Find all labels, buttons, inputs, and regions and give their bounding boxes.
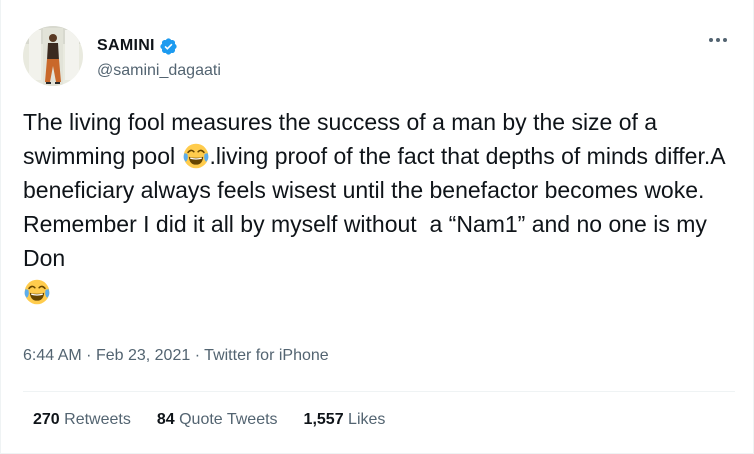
likes-stat[interactable]: 1,557 Likes [304,411,386,429]
author-handle[interactable]: @samini_dagaati [97,62,221,80]
verified-badge-icon [159,37,178,56]
tweet-source[interactable]: Twitter for iPhone [204,347,329,364]
author-names: SAMINI @samini_dagaati [97,33,221,80]
retweets-count: 270 [33,411,60,428]
tweet-time[interactable]: 6:44 AM [23,347,82,364]
tweet-card: SAMINI @samini_dagaati The living fool m… [0,0,754,454]
face-with-tears-of-joy-icon [183,143,209,169]
display-name[interactable]: SAMINI [97,37,155,55]
more-options-icon [709,38,727,42]
face-with-tears-of-joy-icon [24,279,50,305]
divider [23,391,735,392]
avatar[interactable] [23,26,83,86]
meta-separator: · [194,347,201,364]
tweet-text: The living fool measures the success of … [23,105,738,309]
retweets-stat[interactable]: 270 Retweets [33,411,131,429]
meta-separator: · [86,347,92,364]
quote-tweets-count: 84 [156,411,175,428]
tweet-header: SAMINI @samini_dagaati [23,26,221,86]
tweet-metadata: 6:44 AM · Feb 23, 2021 · Twitter for iPh… [23,347,329,365]
more-options-button[interactable] [705,30,731,50]
likes-count: 1,557 [303,411,344,428]
display-name-row: SAMINI [97,37,221,56]
retweets-label: Retweets [64,411,131,428]
avatar-image [23,26,83,86]
quote-tweets-label: Quote Tweets [179,411,278,428]
likes-label: Likes [348,411,386,428]
tweet-stats: 270 Retweets 84 Quote Tweets 1,557 Likes [33,411,385,429]
quote-tweets-stat[interactable]: 84 Quote Tweets [157,411,278,429]
tweet-date[interactable]: Feb 23, 2021 [96,347,190,364]
